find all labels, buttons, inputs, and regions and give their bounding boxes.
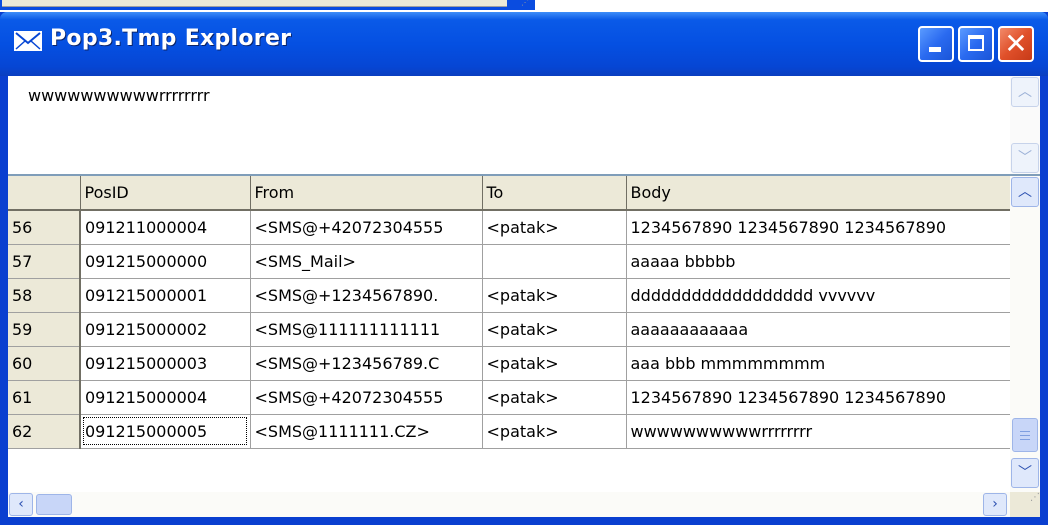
cell-to[interactable]: <patak> <box>482 346 627 381</box>
column-header-from[interactable]: From <box>250 176 483 211</box>
table-row[interactable]: 58 091215000001 <SMS@+1234567890. <patak… <box>8 278 1011 313</box>
memo-scroll-up-icon[interactable]: ︿ <box>1011 77 1039 107</box>
cell-to[interactable]: <patak> <box>482 312 627 347</box>
cell-from[interactable]: <SMS@+42072304555 <box>250 210 483 245</box>
maximize-button[interactable] <box>958 26 994 62</box>
cell-body[interactable]: aaaaaaaaaaaa <box>626 312 1011 347</box>
table-row[interactable]: 60 091215000003 <SMS@+123456789.C <patak… <box>8 346 1011 381</box>
envelope-icon <box>14 31 42 51</box>
grid-scroll-up-icon[interactable]: ︿ <box>1011 177 1039 207</box>
table-row[interactable]: 56 091211000004 <SMS@+42072304555 <patak… <box>8 210 1011 245</box>
row-number[interactable]: 57 <box>8 244 81 279</box>
cell-posid[interactable]: 091211000004 <box>80 210 251 245</box>
title-bar[interactable]: Pop3.Tmp Explorer ✕ <box>0 12 1048 76</box>
cell-to[interactable] <box>482 244 627 279</box>
cell-body[interactable]: 1234567890 1234567890 1234567890 <box>626 210 1011 245</box>
resize-grip-icon: ⋰ <box>521 0 529 7</box>
cell-from[interactable]: <SMS@+1234567890. <box>250 278 483 313</box>
size-grip-icon[interactable]: ⋰ <box>1010 492 1040 517</box>
column-header-index[interactable] <box>8 176 81 211</box>
background-window: ⋰ <box>0 0 535 10</box>
background-window-area <box>2 0 507 7</box>
scroll-right-icon[interactable]: › <box>983 493 1007 516</box>
grid-horizontal-scrollbar[interactable]: ‹ › <box>8 492 1010 517</box>
cell-from[interactable]: <SMS@111111111111 <box>250 312 483 347</box>
row-number[interactable]: 59 <box>8 312 81 347</box>
cell-posid[interactable]: 091215000004 <box>80 380 251 415</box>
table-row[interactable]: 62 091215000005 <SMS@1111111.CZ> <patak>… <box>8 414 1011 449</box>
close-button[interactable]: ✕ <box>998 26 1034 62</box>
grid-scroll-thumb[interactable] <box>1012 418 1038 452</box>
explorer-window: Pop3.Tmp Explorer ✕ wwwwwwwwwwrrrrrrrr ︿… <box>0 12 1048 525</box>
messages-table: PosID From To Body 56 091211000004 <SMS@… <box>8 176 1011 449</box>
table-row[interactable]: 59 091215000002 <SMS@111111111111 <patak… <box>8 312 1011 347</box>
cell-to[interactable]: <patak> <box>482 414 627 449</box>
cell-body[interactable]: aaaaa bbbbb <box>626 244 1011 279</box>
memo-text: wwwwwwwwwwrrrrrrrr <box>28 86 210 105</box>
cell-to[interactable]: <patak> <box>482 380 627 415</box>
column-header-posid[interactable]: PosID <box>80 176 251 211</box>
scroll-left-icon[interactable]: ‹ <box>9 493 33 516</box>
cell-body[interactable]: 1234567890 1234567890 1234567890 <box>626 380 1011 415</box>
cell-body[interactable]: aaa bbb mmmmmmmm <box>626 346 1011 381</box>
cell-to[interactable]: <patak> <box>482 278 627 313</box>
row-number[interactable]: 61 <box>8 380 81 415</box>
cell-posid[interactable]: 091215000002 <box>80 312 251 347</box>
cell-posid-selected[interactable]: 091215000005 <box>80 414 251 449</box>
memo-scroll-down-icon[interactable]: ﹀ <box>1011 143 1039 173</box>
cell-body[interactable]: wwwwwwwwwwrrrrrrrr <box>626 414 1011 449</box>
table-row[interactable]: 57 091215000000 <SMS_Mail> aaaaa bbbbb <box>8 244 1011 279</box>
minimize-icon <box>929 47 941 52</box>
grid-scroll-down-icon[interactable]: ﹀ <box>1011 458 1039 488</box>
cell-from[interactable]: <SMS@1111111.CZ> <box>250 414 483 449</box>
table-row[interactable]: 61 091215000004 <SMS@+42072304555 <patak… <box>8 380 1011 415</box>
message-memo[interactable]: wwwwwwwwwwrrrrrrrr ︿ ﹀ <box>8 76 1040 176</box>
cell-to[interactable]: <patak> <box>482 210 627 245</box>
cell-posid[interactable]: 091215000000 <box>80 244 251 279</box>
row-number[interactable]: 56 <box>8 210 81 245</box>
close-icon: ✕ <box>1004 27 1028 60</box>
cell-posid[interactable]: 091215000003 <box>80 346 251 381</box>
client-area: wwwwwwwwwwrrrrrrrr ︿ ﹀ PosID From To Bod… <box>8 76 1040 517</box>
messages-grid[interactable]: PosID From To Body 56 091211000004 <SMS@… <box>8 176 1040 492</box>
minimize-button[interactable] <box>918 26 954 62</box>
cell-from[interactable]: <SMS@+123456789.C <box>250 346 483 381</box>
cell-from[interactable]: <SMS@+42072304555 <box>250 380 483 415</box>
row-number[interactable]: 60 <box>8 346 81 381</box>
column-header-body[interactable]: Body <box>626 176 1011 211</box>
cell-body[interactable]: dddddddddddddddddd vvvvvv <box>626 278 1011 313</box>
window-title: Pop3.Tmp Explorer <box>50 26 292 51</box>
header-row: PosID From To Body <box>8 176 1011 211</box>
memo-vertical-scrollbar[interactable]: ︿ ﹀ <box>1010 76 1040 174</box>
grid-vertical-scrollbar[interactable]: ︿ ﹀ <box>1010 176 1040 492</box>
row-number[interactable]: 62 <box>8 414 81 449</box>
column-header-to[interactable]: To <box>482 176 627 211</box>
cell-posid[interactable]: 091215000001 <box>80 278 251 313</box>
maximize-icon <box>968 35 984 51</box>
row-number[interactable]: 58 <box>8 278 81 313</box>
horizontal-scroll-thumb[interactable] <box>36 494 72 515</box>
cell-from[interactable]: <SMS_Mail> <box>250 244 483 279</box>
